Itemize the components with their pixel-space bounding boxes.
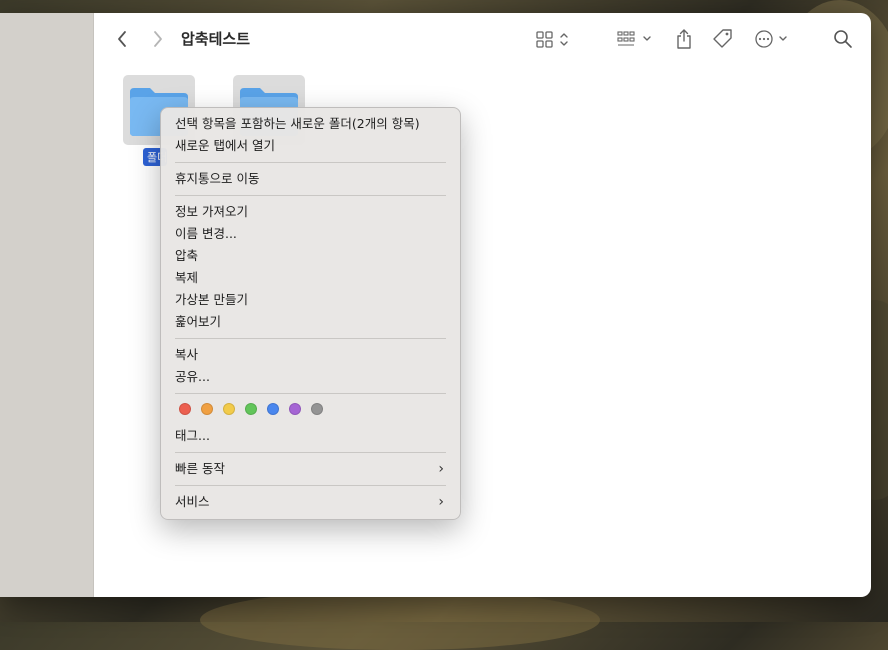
- more-actions-button[interactable]: [753, 27, 791, 51]
- menu-item-open-in-new-tab[interactable]: 새로운 탭에서 열기: [175, 135, 446, 157]
- menu-item-make-alias[interactable]: 가상본 만들기: [175, 289, 446, 311]
- tag-gray[interactable]: [311, 403, 323, 415]
- menu-item-get-info[interactable]: 정보 가져오기: [175, 201, 446, 223]
- sidebar: [0, 13, 94, 597]
- menu-item-services-label: 서비스: [175, 494, 210, 509]
- menu-item-move-to-trash[interactable]: 휴지통으로 이동: [175, 168, 446, 190]
- toolbar: 압축테스트: [93, 13, 871, 65]
- menu-separator: [175, 393, 446, 394]
- menu-item-services[interactable]: 서비스 ›: [175, 491, 446, 513]
- grid-view-icon: [536, 31, 568, 48]
- tag-icon: [713, 29, 732, 48]
- back-button[interactable]: [113, 27, 131, 51]
- menu-separator: [175, 162, 446, 163]
- menu-item-new-folder-with-selection[interactable]: 선택 항목을 포함하는 새로운 폴더(2개의 항목): [175, 113, 446, 135]
- submenu-chevron-icon: ›: [438, 461, 444, 477]
- group-button[interactable]: [616, 27, 658, 51]
- menu-item-duplicate[interactable]: 복제: [175, 267, 446, 289]
- menu-item-quick-actions[interactable]: 빠른 동작 ›: [175, 458, 446, 480]
- tag-red[interactable]: [179, 403, 191, 415]
- tag-purple[interactable]: [289, 403, 301, 415]
- share-button[interactable]: [673, 27, 695, 51]
- tag-yellow[interactable]: [223, 403, 235, 415]
- group-icon: [617, 31, 651, 46]
- menu-item-tags[interactable]: 태그...: [175, 425, 446, 447]
- menu-separator: [175, 485, 446, 486]
- menu-separator: [175, 338, 446, 339]
- chevron-right-icon: [154, 31, 162, 47]
- tag-color-row: [179, 403, 323, 415]
- menu-separator: [175, 452, 446, 453]
- submenu-chevron-icon: ›: [438, 494, 444, 510]
- view-mode-button[interactable]: [535, 27, 573, 51]
- menu-item-copy[interactable]: 복사: [175, 344, 446, 366]
- menu-item-compress[interactable]: 압축: [175, 245, 446, 267]
- wallpaper-blob: [200, 590, 600, 650]
- chevron-left-icon: [118, 31, 126, 47]
- menu-item-share[interactable]: 공유...: [175, 366, 446, 388]
- ellipsis-circle-icon: [755, 30, 787, 48]
- search-button[interactable]: [831, 27, 855, 51]
- forward-button[interactable]: [149, 27, 167, 51]
- menu-item-quick-actions-label: 빠른 동작: [175, 461, 225, 476]
- share-icon: [677, 29, 691, 49]
- tag-button[interactable]: [711, 27, 735, 51]
- window-title: 압축테스트: [181, 30, 251, 48]
- context-menu: 선택 항목을 포함하는 새로운 폴더(2개의 항목) 새로운 탭에서 열기 휴지…: [160, 107, 461, 520]
- tag-green[interactable]: [245, 403, 257, 415]
- tag-orange[interactable]: [201, 403, 213, 415]
- menu-separator: [175, 195, 446, 196]
- search-icon: [834, 30, 852, 48]
- menu-item-rename[interactable]: 이름 변경...: [175, 223, 446, 245]
- tag-blue[interactable]: [267, 403, 279, 415]
- menu-item-quick-look[interactable]: 훑어보기: [175, 311, 446, 333]
